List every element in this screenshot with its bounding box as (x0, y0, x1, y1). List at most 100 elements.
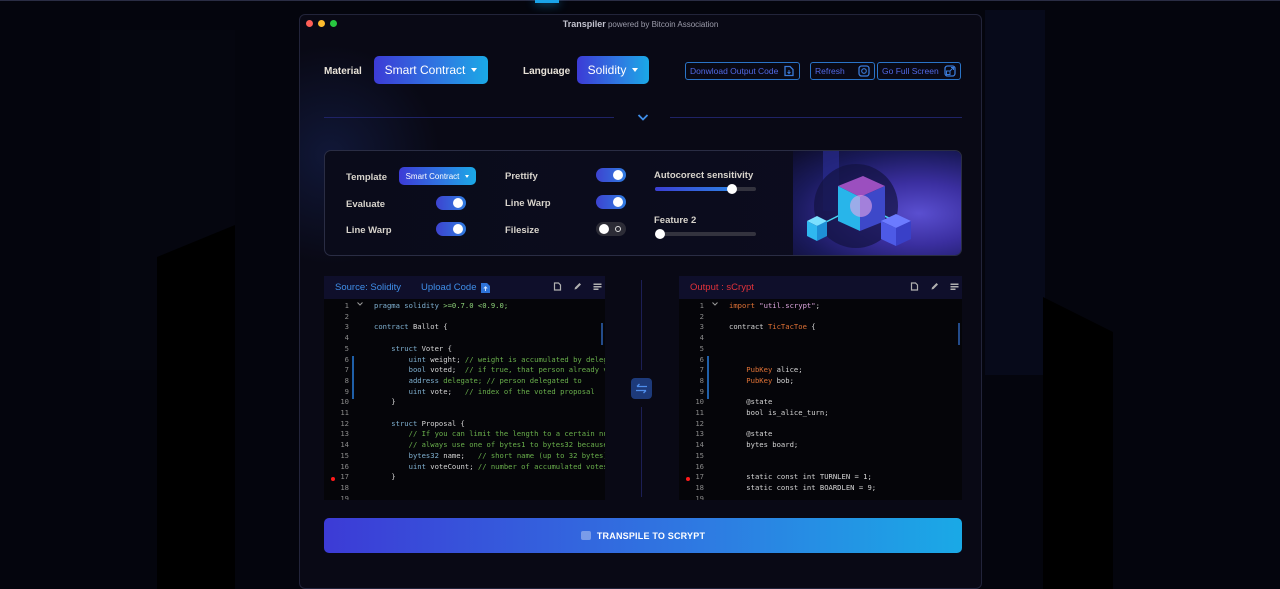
modified-lines-marker (352, 356, 354, 399)
code-token: uint (374, 354, 431, 364)
line-number: 18 (695, 482, 704, 492)
slider-thumb[interactable] (655, 229, 665, 239)
evaluate-toggle[interactable] (436, 196, 466, 210)
line-number: 9 (344, 386, 349, 396)
upload-icon[interactable] (480, 282, 491, 294)
refresh-button[interactable]: Refresh (810, 62, 875, 80)
code-line: bytes32 name; // short name (up to 32 by… (374, 451, 605, 460)
source-editor-header: Source: Solidity Upload Code (324, 276, 605, 299)
template-dropdown[interactable]: Smart Contract (399, 167, 476, 185)
transpile-label: TRANSPILE TO SCRYPT (596, 530, 706, 541)
scrollbar-thumb[interactable] (601, 323, 603, 345)
maximize-window-button[interactable] (330, 20, 337, 27)
code-token: Voter { (421, 343, 452, 353)
line-number: 4 (344, 333, 349, 343)
feature-2-slider[interactable] (655, 229, 756, 239)
center-divider-bottom (641, 407, 642, 497)
code-line: // always use one of bytes1 to bytes32 b… (374, 440, 605, 449)
source-editor-actions (553, 282, 602, 291)
toggle-knob (599, 224, 609, 234)
line-number: 14 (340, 440, 349, 450)
caret-down-icon (465, 174, 470, 178)
code-line: struct Voter { (374, 344, 452, 353)
output-code-area[interactable]: 1 import "util.scrypt"; 2 3 contract TicTacT… (679, 299, 962, 500)
line-number: 11 (340, 408, 349, 417)
source-code-area[interactable]: 1 pragma solidity >=0.7.0 <0.9.0; 2 3 contra… (324, 299, 605, 500)
line-number: 15 (340, 450, 349, 460)
expand-icon (944, 65, 956, 77)
upload-code-button[interactable]: Upload Code (421, 282, 476, 293)
background-block-left (157, 225, 235, 589)
copy-icon[interactable] (910, 282, 919, 291)
line-number: 8 (344, 375, 349, 385)
code-token: voted; (430, 365, 465, 375)
code-token: delegate; (443, 375, 487, 385)
line-number: 5 (344, 343, 349, 353)
line-number: 5 (699, 343, 704, 353)
code-line: contract TicTacToe { (729, 322, 816, 331)
toggle-knob (613, 197, 623, 207)
format-icon[interactable] (593, 282, 602, 291)
code-token: bytes32 (374, 450, 444, 460)
divider-right (670, 117, 962, 118)
fold-chevron-icon[interactable] (357, 301, 363, 307)
code-token: TicTacToe (767, 322, 807, 332)
code-line: // If you can limit the length to a cert… (374, 429, 605, 438)
autocorrect-slider[interactable] (655, 184, 756, 194)
center-divider-top (641, 280, 642, 370)
minimize-window-button[interactable] (318, 20, 325, 27)
code-line: } (374, 397, 395, 406)
code-token: bool (374, 365, 431, 375)
download-output-button[interactable]: Donwload Output Code (685, 62, 801, 80)
line-number: 2 (699, 311, 704, 321)
close-window-button[interactable] (306, 20, 313, 27)
code-line: @state (729, 429, 772, 438)
language-value: Solidity (587, 63, 627, 77)
template-value: Smart Contract (405, 171, 460, 181)
code-token: >=0.7.0 <0.9.0; (443, 301, 509, 310)
code-token: Proposal { (421, 418, 465, 428)
full-screen-label: Go Full Screen (882, 66, 939, 76)
line-warp-right-toggle[interactable] (596, 195, 626, 209)
scrollbar-thumb[interactable] (958, 323, 960, 345)
output-title: Output : sCrypt (690, 282, 754, 293)
chevron-down-icon[interactable] (637, 111, 649, 123)
autocorrect-label: Autocorect sensitivity (654, 170, 754, 181)
app-subtitle: powered by Bitcoin Association (607, 20, 719, 29)
edit-icon[interactable] (573, 282, 582, 291)
slider-thumb[interactable] (726, 184, 737, 194)
line-warp-right-label: Line Warp (505, 198, 551, 209)
toggle-knob (453, 224, 463, 234)
code-token: alice; (776, 365, 803, 375)
code-line: bool is_alice_turn; (729, 408, 829, 417)
code-line: PubKey bob; (729, 376, 794, 385)
material-label: Material (324, 66, 362, 77)
format-icon[interactable] (950, 282, 959, 291)
swap-button[interactable] (631, 378, 652, 399)
line-number: 13 (695, 429, 704, 439)
line-number: 13 (340, 429, 349, 439)
edit-icon[interactable] (930, 282, 939, 291)
toggle-knob (453, 198, 463, 208)
code-token: PubKey (729, 365, 777, 375)
prettify-toggle[interactable] (596, 168, 626, 182)
code-token: bool is_alice_turn; (729, 408, 829, 417)
copy-icon[interactable] (553, 282, 562, 291)
line-number: 16 (695, 461, 704, 471)
code-line: uint weight; // weight is accumulated by… (374, 355, 605, 364)
code-token: PubKey (729, 375, 777, 385)
transpile-button[interactable]: TRANSPILE TO SCRYPT (324, 518, 962, 553)
fold-chevron-icon[interactable] (712, 301, 718, 307)
code-token: Ballot { (412, 322, 448, 332)
line-number: 4 (699, 333, 704, 343)
code-token: uint (374, 386, 431, 396)
line-number: 1 (344, 301, 349, 310)
line-warp-toggle[interactable] (436, 222, 466, 236)
material-dropdown[interactable]: Smart Contract (374, 56, 488, 84)
code-line: } (374, 472, 395, 481)
feature-2-label: Feature 2 (654, 215, 697, 226)
top-glow (535, 0, 559, 3)
filesize-toggle[interactable] (596, 222, 626, 236)
language-dropdown[interactable]: Solidity (577, 56, 649, 84)
full-screen-button[interactable]: Go Full Screen (877, 62, 961, 80)
